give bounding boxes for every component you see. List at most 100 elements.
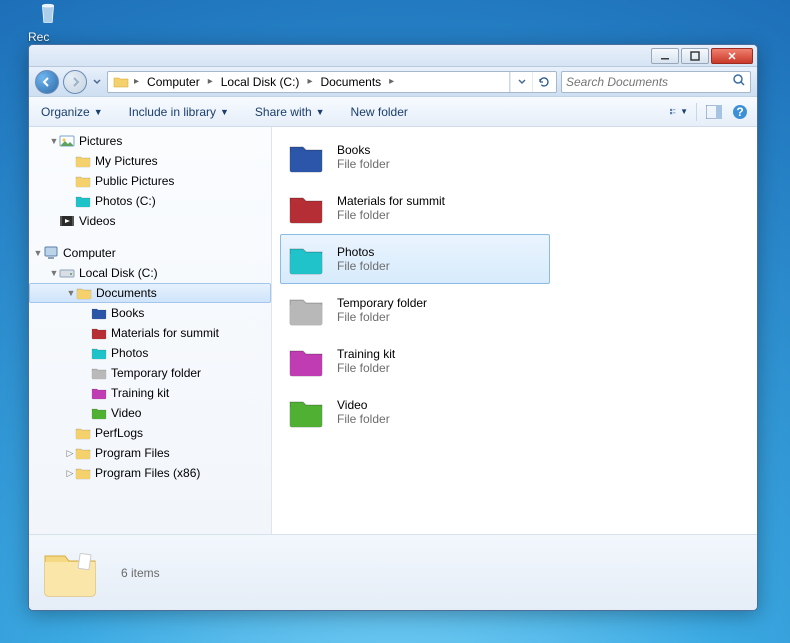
chevron-right-icon[interactable]: ▸ [305, 76, 314, 87]
file-item[interactable]: Materials for summitFile folder [280, 183, 749, 233]
crumb-computer[interactable]: Computer [141, 72, 206, 92]
file-item[interactable]: BooksFile folder [280, 132, 749, 182]
tree-item[interactable]: Training kit [29, 383, 271, 403]
tree-item-label: Local Disk (C:) [79, 266, 158, 280]
tree-item[interactable]: Photos [29, 343, 271, 363]
tree-item-label: Video [111, 406, 141, 420]
tree-item[interactable]: ▼ Pictures [29, 131, 271, 151]
file-item[interactable]: VideoFile folder [280, 387, 749, 437]
folder-cyan-icon [91, 345, 107, 361]
details-pane: 6 items [29, 534, 757, 610]
chevron-right-icon[interactable]: ▸ [206, 76, 215, 87]
tree-item[interactable]: Videos [29, 211, 271, 231]
file-item[interactable]: Training kitFile folder [280, 336, 749, 386]
forward-button[interactable] [63, 70, 87, 94]
tree-item[interactable]: Video [29, 403, 271, 423]
folder-y-icon [75, 425, 91, 441]
include-in-library-button[interactable]: Include in library▼ [125, 103, 233, 121]
item-count: 6 items [121, 566, 160, 580]
folder-y-icon [75, 445, 91, 461]
tree-item-label: Public Pictures [95, 174, 174, 188]
tree-toggle-icon[interactable]: ▼ [33, 248, 43, 258]
file-name: Photos [337, 245, 390, 259]
crumb-documents[interactable]: Documents [314, 72, 387, 92]
file-type: File folder [337, 361, 395, 375]
tree-toggle-icon[interactable]: ▷ [65, 468, 75, 479]
file-type: File folder [337, 208, 445, 222]
file-item[interactable]: PhotosFile folder [280, 234, 550, 284]
tree-item[interactable]: ▼ Local Disk (C:) [29, 263, 271, 283]
addr-dropdown-button[interactable] [510, 72, 532, 92]
chevron-right-icon[interactable]: ▸ [387, 76, 396, 87]
organize-button[interactable]: Organize▼ [37, 103, 107, 121]
recycle-bin[interactable]: Rec [28, 0, 68, 44]
tree-item-label: Training kit [111, 386, 169, 400]
tree-item[interactable]: ▼ Computer [29, 243, 271, 263]
tree-item[interactable]: Books [29, 303, 271, 323]
folder-y-icon [75, 153, 91, 169]
file-type: File folder [337, 259, 390, 273]
folder-icon [285, 187, 327, 229]
tree-toggle-icon[interactable]: ▼ [66, 288, 76, 298]
pictures-icon [59, 133, 75, 149]
tree-item-label: Photos [111, 346, 148, 360]
tree-item[interactable]: ▷ Program Files [29, 443, 271, 463]
tree-item[interactable]: Photos (C:) [29, 191, 271, 211]
tree-toggle-icon[interactable]: ▷ [65, 448, 75, 459]
preview-pane-button[interactable] [705, 103, 723, 121]
minimize-button[interactable] [651, 48, 679, 64]
tree-item[interactable]: Temporary folder [29, 363, 271, 383]
help-button[interactable]: ? [731, 103, 749, 121]
folder-y-icon [75, 173, 91, 189]
maximize-button[interactable] [681, 48, 709, 64]
file-list[interactable]: BooksFile folderMaterials for summitFile… [272, 127, 757, 534]
tree-toggle-icon[interactable]: ▼ [49, 136, 59, 146]
folder-icon [285, 289, 327, 331]
search-input[interactable] [566, 75, 728, 89]
tree-item-label: Photos (C:) [95, 194, 156, 208]
tree-toggle-icon[interactable]: ▼ [49, 268, 59, 278]
tree-item-label: Books [111, 306, 144, 320]
folder-icon [285, 238, 327, 280]
folder-red-icon [91, 325, 107, 341]
file-type: File folder [337, 310, 427, 324]
search-icon[interactable] [732, 73, 746, 90]
view-mode-button[interactable]: ▼ [670, 103, 688, 121]
nav-history-dropdown[interactable] [91, 70, 103, 94]
file-type: File folder [337, 157, 390, 171]
tree-item[interactable]: PerfLogs [29, 423, 271, 443]
close-button[interactable] [711, 48, 753, 64]
folder-thumbnail-icon [39, 542, 101, 604]
folder-blue-icon [91, 305, 107, 321]
crumb-local-disk[interactable]: Local Disk (C:) [215, 72, 306, 92]
search-box[interactable] [561, 71, 751, 93]
svg-text:?: ? [736, 105, 743, 119]
tree-item[interactable]: My Pictures [29, 151, 271, 171]
titlebar [29, 45, 757, 67]
file-name: Training kit [337, 347, 395, 361]
file-name: Video [337, 398, 390, 412]
tree-item [29, 231, 271, 243]
tree-item[interactable]: Materials for summit [29, 323, 271, 343]
back-button[interactable] [35, 70, 59, 94]
tree-item-label: Computer [63, 246, 116, 260]
tree-item[interactable]: ▷Program Files (x86) [29, 463, 271, 483]
folder-icon [285, 340, 327, 382]
navigation-tree[interactable]: ▼ Pictures My Pictures Public Pictures Photo… [29, 127, 272, 534]
file-name: Books [337, 143, 390, 157]
tree-item-label: Documents [96, 286, 157, 300]
chevron-right-icon[interactable]: ▸ [132, 76, 141, 87]
file-item[interactable]: Temporary folderFile folder [280, 285, 749, 335]
tree-item[interactable]: Public Pictures [29, 171, 271, 191]
tree-item[interactable]: ▼ Documents [29, 283, 271, 303]
share-with-button[interactable]: Share with▼ [251, 103, 329, 121]
breadcrumb[interactable]: ▸ Computer ▸ Local Disk (C:) ▸ Documents… [107, 71, 557, 93]
tree-item-label: Program Files [95, 446, 170, 460]
folder-y-icon [76, 285, 92, 301]
new-folder-button[interactable]: New folder [347, 103, 412, 121]
tree-item-label: Pictures [79, 134, 122, 148]
folder-icon [113, 74, 129, 90]
refresh-button[interactable] [532, 72, 554, 92]
recycle-bin-label: Rec [28, 30, 49, 44]
computer-icon [43, 245, 59, 261]
